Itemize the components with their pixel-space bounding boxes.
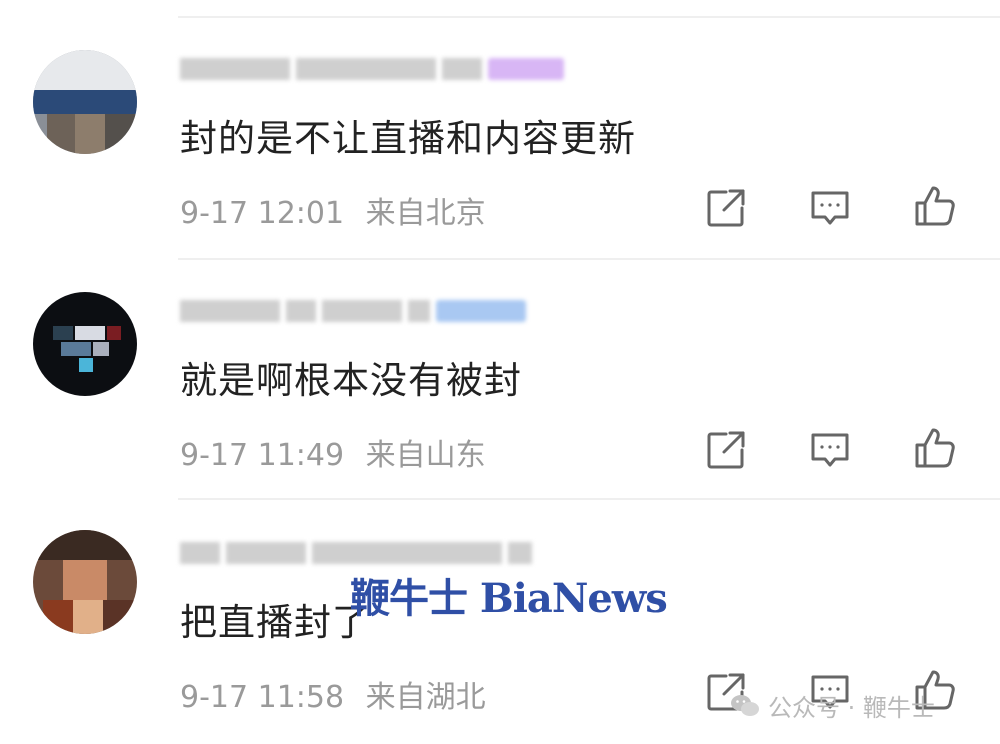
watermark-logo: 鞭牛士 BiaNews xyxy=(350,575,668,622)
thumbs-up-icon xyxy=(915,428,955,468)
thumbs-up-icon xyxy=(915,186,955,226)
comment-meta: 9-17 11:58 来自湖北 xyxy=(180,672,486,716)
divider xyxy=(178,498,1000,500)
share-button[interactable] xyxy=(704,186,748,230)
share-icon xyxy=(707,189,745,227)
username-blurred[interactable] xyxy=(180,538,532,568)
username-blurred[interactable] xyxy=(180,296,526,326)
comment-location: 来自湖北 xyxy=(365,680,486,715)
share-button[interactable] xyxy=(704,428,748,472)
comment-meta: 9-17 11:49 来自山东 xyxy=(180,430,486,474)
comment-meta: 9-17 12:01 来自北京 xyxy=(180,188,486,232)
comment-text: 把直播封了 xyxy=(180,601,370,644)
comment-icon xyxy=(811,191,849,225)
comment-icon xyxy=(811,433,849,467)
share-icon xyxy=(707,431,745,469)
comment-time: 9-17 11:58 xyxy=(180,680,345,715)
comment-location: 来自北京 xyxy=(365,196,486,231)
like-button[interactable] xyxy=(913,184,957,228)
wechat-icon xyxy=(731,694,759,716)
footer-text: 公众号 · 鞭牛士 xyxy=(768,694,935,722)
avatar[interactable] xyxy=(33,50,137,154)
comment-time: 9-17 12:01 xyxy=(180,196,345,231)
reply-button[interactable] xyxy=(808,428,852,472)
like-button[interactable] xyxy=(913,426,957,470)
footer-account-mark: 公众号 · 鞭牛士 xyxy=(730,688,935,723)
comment-item: 就是啊根本没有被封 9-17 11:49 来自山东 xyxy=(0,242,1000,484)
avatar[interactable] xyxy=(33,530,137,634)
divider xyxy=(178,16,1000,18)
comment-time: 9-17 11:49 xyxy=(180,438,345,473)
user-badge xyxy=(436,300,526,322)
avatar[interactable] xyxy=(33,292,137,396)
comment-item: 封的是不让直播和内容更新 9-17 12:01 来自北京 xyxy=(0,0,1000,242)
reply-button[interactable] xyxy=(808,186,852,230)
divider xyxy=(178,258,1000,260)
comment-location: 来自山东 xyxy=(365,438,486,473)
comment-text: 封的是不让直播和内容更新 xyxy=(180,117,636,160)
comment-text: 就是啊根本没有被封 xyxy=(180,359,522,402)
username-blurred[interactable] xyxy=(180,54,564,84)
user-badge xyxy=(488,58,564,80)
